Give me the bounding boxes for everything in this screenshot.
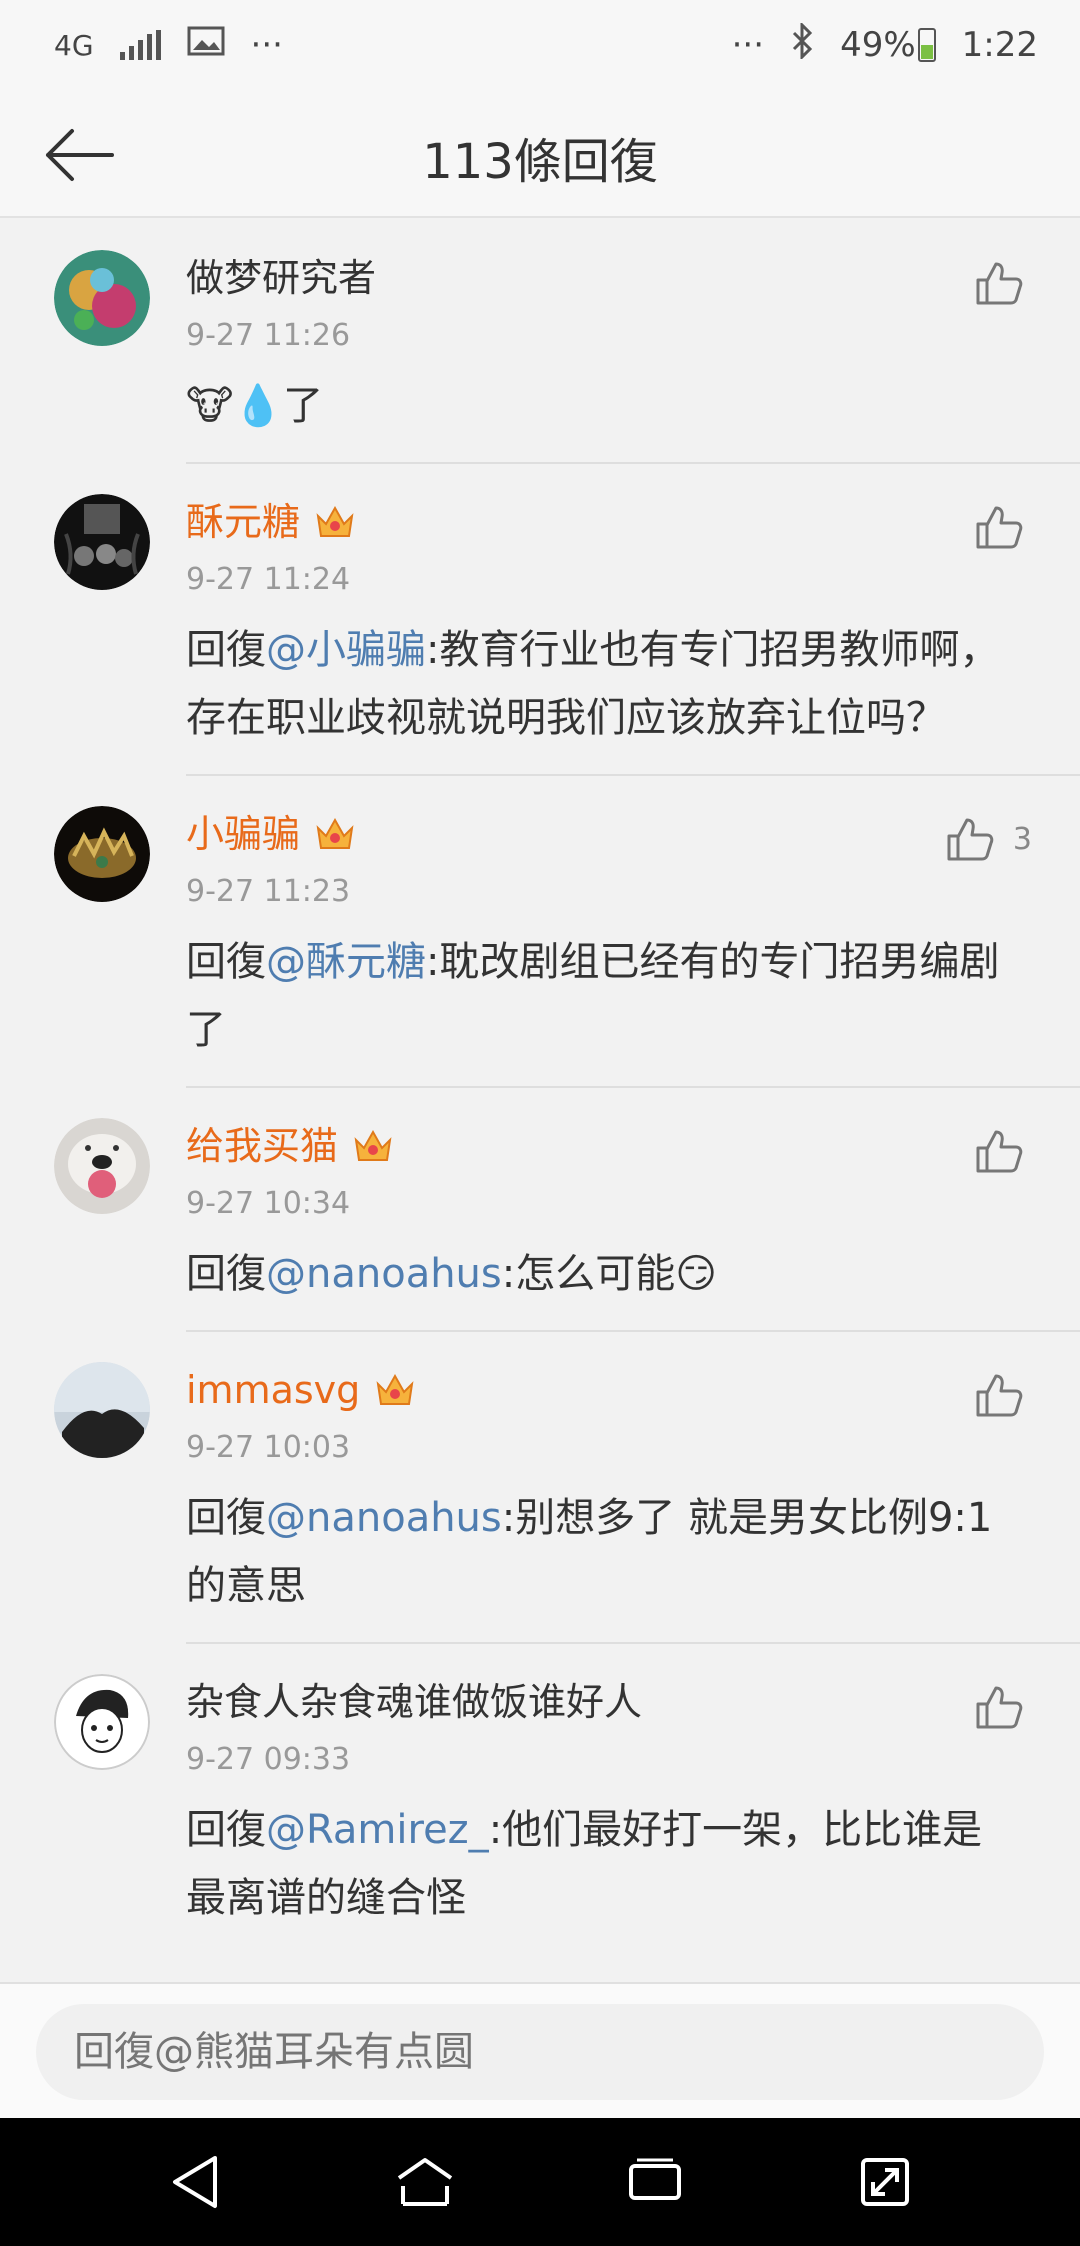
comment-time: 9-27 11:24 <box>186 562 351 597</box>
comment-item: 杂食人杂食魂谁做饭谁好人 9-27 09:33 回復@Ramirez_:他们最好… <box>0 1644 1080 1954</box>
clock: 1:22 <box>961 25 1038 65</box>
vip-crown-icon <box>316 505 354 537</box>
status-right: ··· 49% 1:22 <box>731 20 1038 68</box>
like-button[interactable] <box>974 1128 1024 1174</box>
comment-time: 9-27 10:03 <box>186 1430 351 1465</box>
comment-author[interactable]: 杂食人杂食魂谁做饭谁好人 <box>186 1672 1080 1732</box>
like-button[interactable] <box>974 1372 1024 1418</box>
vip-crown-icon <box>376 1373 414 1405</box>
image-notification-icon <box>187 25 225 65</box>
more-notifications-icon: ··· <box>250 25 283 65</box>
vip-crown-icon <box>354 1129 392 1161</box>
comment-time: 9-27 11:23 <box>186 874 351 909</box>
comment-body: 回復@nanoahus:别想多了 就是男女比例9:1的意思 <box>186 1484 1080 1644</box>
avatar[interactable] <box>54 1118 150 1214</box>
like-button[interactable] <box>974 260 1024 306</box>
comment-time: 9-27 10:34 <box>186 1186 351 1221</box>
comment-author[interactable]: 酥元糖 <box>186 492 1080 552</box>
reply-prefix: 回復 <box>186 939 266 985</box>
network-label: 4G <box>54 28 94 62</box>
battery-icon <box>917 28 936 62</box>
thumbs-up-icon <box>976 1374 1023 1417</box>
thumbs-up-icon <box>976 1130 1023 1173</box>
comment-time: 9-27 09:33 <box>186 1742 351 1777</box>
triangle-back-icon <box>173 2156 217 2208</box>
mention-link[interactable]: @Ramirez_ <box>266 1807 489 1853</box>
more-status-icon: ··· <box>731 25 765 65</box>
bluetooth-icon <box>790 20 814 68</box>
comment-item: 酥元糖 9-27 11:24 回復@小骗骗:教育行业也有专门招男教师啊，存在职业… <box>0 464 1080 776</box>
reply-bar <box>0 1982 1080 2118</box>
comment-body: 🐮💧了 <box>186 372 1080 464</box>
expand-icon <box>861 2158 909 2206</box>
like-button[interactable] <box>974 504 1024 550</box>
reply-prefix: 回復 <box>186 627 266 673</box>
comment-list[interactable]: 做梦研究者 9-27 11:26 🐮💧了 酥元糖 9-27 11:24 回復@小… <box>0 220 1080 1982</box>
home-icon <box>397 2158 453 2206</box>
thumbs-up-icon <box>947 818 994 861</box>
comment-item: immasvg 9-27 10:03 回復@nanoahus:别想多了 就是男女… <box>0 1332 1080 1644</box>
comment-item: 做梦研究者 9-27 11:26 🐮💧了 <box>0 220 1080 464</box>
nav-expand-button[interactable] <box>845 2142 925 2222</box>
recents-icon <box>629 2158 681 2200</box>
mention-link[interactable]: @小骗骗 <box>266 627 426 673</box>
thumbs-up-icon <box>976 262 1023 305</box>
page-title: 113條回復 <box>422 134 658 190</box>
thumbs-up-icon <box>976 506 1023 549</box>
mention-link[interactable]: @nanoahus <box>266 1251 502 1297</box>
avatar[interactable] <box>54 250 150 346</box>
comment-item: 给我买猫 9-27 10:34 回復@nanoahus:怎么可能😏 <box>0 1088 1080 1332</box>
nav-home-button[interactable] <box>385 2142 465 2222</box>
avatar[interactable] <box>54 494 150 590</box>
like-count: 3 <box>1012 821 1032 857</box>
avatar[interactable] <box>54 1674 150 1770</box>
battery-indicator: 49% <box>840 25 936 65</box>
reply-input[interactable] <box>36 2004 1044 2100</box>
comment-item: 小骗骗 9-27 11:23 回復@酥元糖:耽改剧组已经有的专门招男编剧了 3 <box>0 776 1080 1088</box>
comment-body: 回復@nanoahus:怎么可能😏 <box>186 1240 1080 1332</box>
vip-crown-icon <box>316 817 354 849</box>
comment-author[interactable]: immasvg <box>186 1360 1080 1420</box>
reply-prefix: 回復 <box>186 1495 266 1541</box>
comment-body: 回復@Ramirez_:他们最好打一架，比比谁是最离谱的缝合怪 <box>186 1807 983 1921</box>
reply-prefix: 回復 <box>186 1251 266 1297</box>
like-button[interactable]: 3 <box>945 816 1032 862</box>
comment-body: 回復@酥元糖:耽改剧组已经有的专门招男编剧了 <box>186 928 1080 1088</box>
thumbs-up-icon <box>976 1686 1023 1729</box>
like-button[interactable] <box>974 1684 1024 1730</box>
mention-link[interactable]: @酥元糖 <box>266 939 426 985</box>
mention-link[interactable]: @nanoahus <box>266 1495 502 1541</box>
signal-icon <box>119 30 161 60</box>
system-nav-bar <box>0 2118 1080 2246</box>
nav-recents-button[interactable] <box>615 2142 695 2222</box>
avatar[interactable] <box>54 1362 150 1458</box>
status-bar: 4G ··· ··· 49% 1:22 <box>0 0 1080 90</box>
reply-prefix: 回復 <box>186 1807 266 1853</box>
comment-author[interactable]: 做梦研究者 <box>186 248 1080 308</box>
header: 113條回復 <box>0 90 1080 218</box>
avatar[interactable] <box>54 806 150 902</box>
comment-author[interactable]: 给我买猫 <box>186 1116 1080 1176</box>
comment-time: 9-27 11:26 <box>186 318 351 353</box>
battery-percent: 49% <box>840 25 916 65</box>
comment-body: 回復@小骗骗:教育行业也有专门招男教师啊，存在职业歧视就说明我们应该放弃让位吗？ <box>186 616 1080 776</box>
nav-back-button[interactable] <box>155 2142 235 2222</box>
status-left: 4G ··· <box>54 25 283 65</box>
